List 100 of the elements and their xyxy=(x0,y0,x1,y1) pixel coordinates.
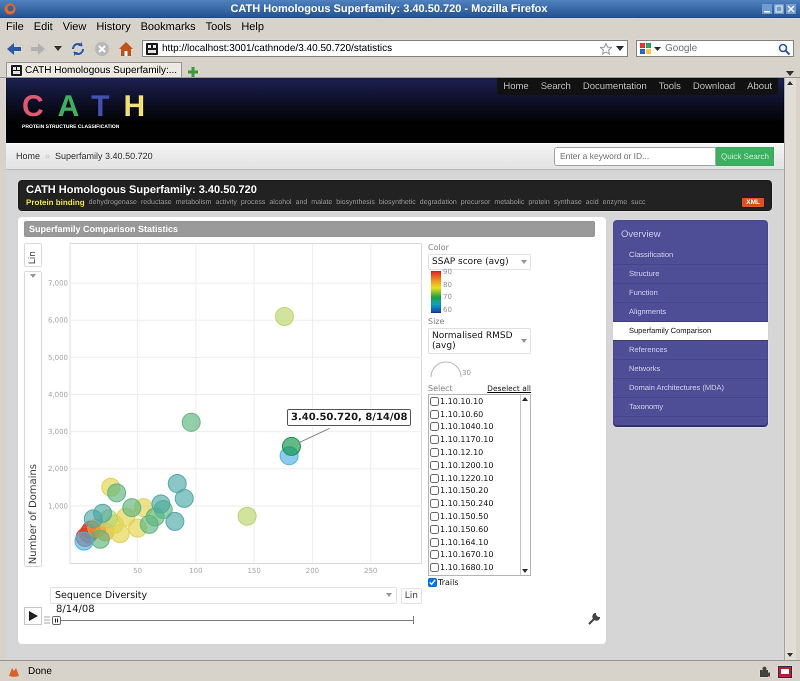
checkbox[interactable] xyxy=(430,486,439,496)
back-arrow-icon[interactable] xyxy=(6,42,22,56)
list-item-label[interactable]: 1.10.1170.10 xyxy=(440,435,494,444)
data-bubble[interactable] xyxy=(93,504,112,523)
caret-icon xyxy=(521,260,527,264)
checkbox[interactable] xyxy=(430,448,439,458)
data-bubble[interactable] xyxy=(107,483,126,502)
data-bubble[interactable] xyxy=(168,474,187,494)
reload-icon[interactable] xyxy=(70,40,86,56)
site-favicon-icon xyxy=(146,42,158,54)
checkbox[interactable] xyxy=(430,524,439,534)
keyword-tag[interactable]: Protein binding xyxy=(26,198,85,207)
scroll-down-icon[interactable] xyxy=(521,567,529,575)
caret-icon[interactable] xyxy=(616,46,624,52)
checkbox[interactable] xyxy=(430,474,439,483)
puzzle-icon[interactable] xyxy=(758,666,770,678)
checkbox[interactable] xyxy=(430,460,439,470)
checkbox[interactable] xyxy=(430,499,439,508)
data-bubble[interactable] xyxy=(146,507,165,526)
play-icon xyxy=(28,611,38,621)
data-bubble[interactable] xyxy=(98,509,118,528)
addon-icon[interactable] xyxy=(778,666,792,678)
list-item-label[interactable]: 1.10.1200.10 xyxy=(440,460,494,470)
nav-link[interactable]: Search xyxy=(540,81,571,92)
data-bubble[interactable] xyxy=(140,514,159,534)
list-item-label[interactable]: 1.10.150.240 xyxy=(440,499,494,508)
checkbox[interactable] xyxy=(430,410,439,419)
breadcrumb-link[interactable]: Home xyxy=(16,151,40,161)
breadcrumb-link[interactable]: Superfamily 3.40.50.720 xyxy=(55,151,153,161)
data-bubble[interactable] xyxy=(74,532,94,551)
checkbox[interactable] xyxy=(430,512,439,522)
size-dropdown[interactable]: Normalised RMSD (avg) xyxy=(428,328,531,354)
data-bubble[interactable] xyxy=(174,488,194,508)
data-bubble[interactable] xyxy=(151,494,170,514)
panel-header: Superfamily Comparison Statistics xyxy=(24,221,595,237)
nav-link[interactable]: Tools xyxy=(658,81,681,92)
list-item-label[interactable]: 1.10.150.60 xyxy=(440,524,488,534)
search-field[interactable]: Google xyxy=(636,40,794,57)
checkbox[interactable] xyxy=(430,396,439,406)
play-button[interactable] xyxy=(24,607,42,625)
home-icon[interactable] xyxy=(118,40,134,56)
data-bubble[interactable] xyxy=(282,436,301,456)
data-bubble[interactable] xyxy=(90,530,110,549)
menu-item[interactable]: File xyxy=(6,21,24,33)
menu-item[interactable]: Bookmarks xyxy=(140,21,196,33)
trails-checkbox[interactable] xyxy=(428,578,437,587)
list-item-label[interactable]: 1.10.1040.10 xyxy=(440,422,494,432)
list-item-label[interactable]: 1.10.1670.10 xyxy=(440,550,494,560)
search-icon[interactable] xyxy=(778,42,790,54)
y-axis-dropdown[interactable]: Number of Domains xyxy=(24,271,42,567)
overview-link[interactable]: Overview xyxy=(613,220,768,246)
x-axis-dropdown[interactable]: Sequence Diversity xyxy=(50,587,397,604)
y-scale-dropdown[interactable]: Lin xyxy=(24,243,42,267)
x-scale-dropdown[interactable]: Lin xyxy=(400,588,422,604)
page-scrollbar[interactable] xyxy=(784,78,796,660)
scroll-up-icon[interactable] xyxy=(521,395,529,403)
menu-item[interactable]: Edit xyxy=(34,21,53,33)
color-dropdown[interactable]: SSAP score (avg) xyxy=(428,254,531,270)
browser-tab[interactable]: CATH Homologous Superfamily:... xyxy=(6,62,182,77)
list-item-label[interactable]: 1.10.10.60 xyxy=(440,410,484,419)
list-item-label[interactable]: 1.10.150.50 xyxy=(440,512,488,522)
new-tab-plus-icon[interactable] xyxy=(188,67,198,77)
timeline-date: 8/14/08 xyxy=(56,604,96,615)
data-bubble[interactable] xyxy=(182,412,201,432)
menu-item[interactable]: Tools xyxy=(206,21,232,33)
list-item-label[interactable]: 1.10.1220.10 xyxy=(440,474,494,483)
nav-link[interactable]: Home xyxy=(503,81,529,92)
checkbox[interactable] xyxy=(430,538,439,547)
menu-item[interactable]: History xyxy=(96,21,131,33)
list-item-label[interactable]: 1.10.1680.10 xyxy=(440,563,494,572)
list-item-label[interactable]: 1.10.10.10 xyxy=(440,396,484,406)
address-bar[interactable]: http://localhost:3001/cathnode/3.40.50.720/statistics xyxy=(142,40,628,57)
caret-icon[interactable] xyxy=(54,46,62,52)
list-item-label[interactable]: 1.10.12.10 xyxy=(440,448,484,458)
list-item-label[interactable]: 1.10.150.20 xyxy=(440,486,488,496)
data-bubble[interactable] xyxy=(122,498,142,518)
nav-link[interactable]: Download xyxy=(692,81,736,92)
keyword-search-input[interactable]: Enter a keyword or ID... xyxy=(554,151,715,161)
checkbox[interactable] xyxy=(430,435,439,444)
checkbox[interactable] xyxy=(430,422,439,432)
wrench-icon[interactable] xyxy=(588,613,600,625)
color-label: Color xyxy=(428,243,450,252)
select-label: Select xyxy=(428,384,453,393)
data-bubble[interactable] xyxy=(84,509,103,528)
timeline-handle-icon[interactable] xyxy=(52,616,61,624)
color-scale-bar xyxy=(431,271,441,313)
nav-link[interactable]: Documentation xyxy=(582,81,647,92)
menu-item[interactable]: View xyxy=(62,21,86,33)
data-bubble[interactable] xyxy=(280,446,299,466)
nav-link[interactable]: About xyxy=(747,81,772,92)
keyword-search-field[interactable]: Enter a keyword or ID... xyxy=(554,146,716,166)
window-controls-icon[interactable] xyxy=(762,4,796,14)
data-bubble[interactable] xyxy=(165,512,184,531)
checkbox[interactable] xyxy=(430,563,439,572)
star-icon[interactable] xyxy=(600,42,612,54)
menu-item[interactable]: Help xyxy=(241,21,264,33)
checkbox[interactable] xyxy=(430,550,439,560)
trails-label[interactable]: Trails xyxy=(438,578,459,587)
site-favicon-icon xyxy=(11,64,22,76)
list-item-label[interactable]: 1.10.164.10 xyxy=(440,538,488,547)
